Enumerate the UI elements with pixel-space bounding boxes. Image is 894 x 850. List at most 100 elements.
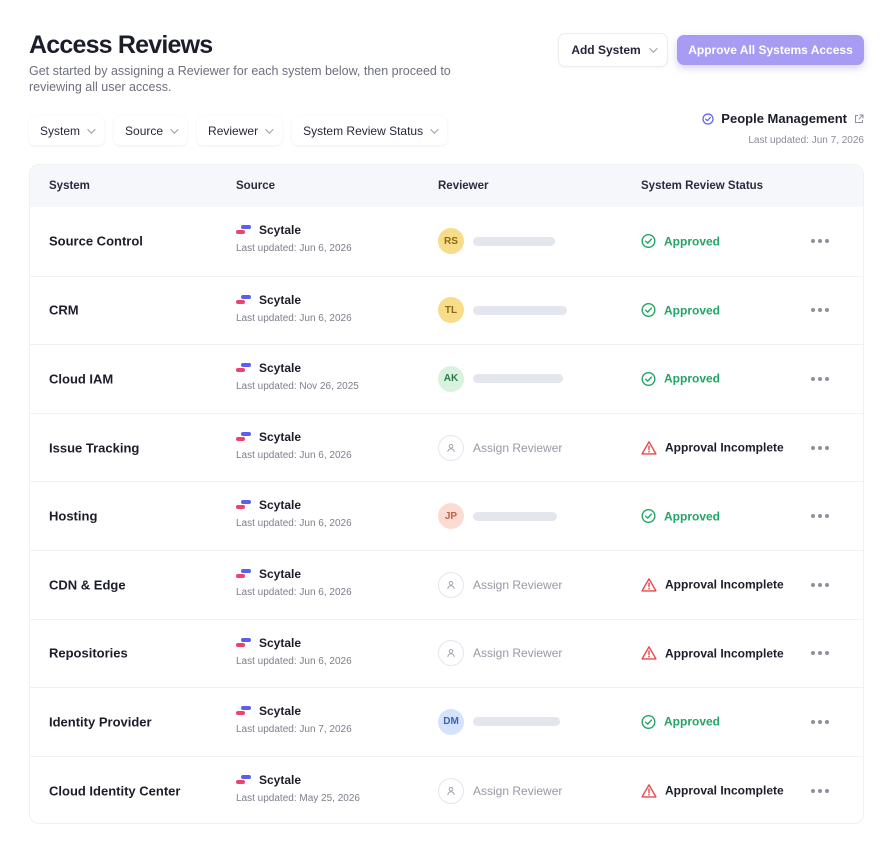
avatar: DM [438, 708, 464, 735]
column-header-status[interactable]: System Review Status [641, 180, 763, 192]
user-icon [438, 571, 464, 598]
approve-all-systems-button[interactable]: Approve All Systems Access [677, 35, 864, 65]
more-horizontal-icon[interactable] [811, 239, 829, 244]
scytale-logo-icon [236, 500, 251, 510]
assign-reviewer-label: Assign Reviewer [473, 783, 563, 798]
table-row[interactable]: Repositories Scytale Last updated: Jun 6… [30, 618, 863, 688]
reviewer-cell[interactable]: AK [438, 365, 563, 392]
system-name[interactable]: Cloud Identity Center [49, 783, 180, 798]
assign-reviewer-button[interactable]: Assign Reviewer [438, 434, 562, 461]
people-management-label: People Management [721, 111, 847, 126]
more-horizontal-icon[interactable] [811, 719, 829, 724]
assign-reviewer-label: Assign Reviewer [473, 577, 563, 592]
column-header-system[interactable]: System [49, 180, 90, 192]
column-header-reviewer[interactable]: Reviewer [438, 180, 489, 192]
chevron-down-icon [170, 124, 179, 134]
reviewer-cell[interactable]: TL [438, 297, 567, 324]
source-updated: Last updated: Jun 6, 2026 [236, 655, 352, 667]
status-badge: Approved [641, 371, 720, 386]
table-row[interactable]: CRM Scytale Last updated: Jun 6, 2026 TL… [30, 275, 863, 345]
more-horizontal-icon[interactable] [811, 582, 829, 587]
source-updated: Last updated: May 25, 2026 [236, 792, 360, 804]
page-title: Access Reviews [29, 31, 213, 59]
more-horizontal-icon[interactable] [811, 376, 829, 381]
more-horizontal-icon[interactable] [811, 308, 829, 313]
source-cell: Scytale Last updated: Jun 6, 2026 [236, 293, 352, 324]
source-name: Scytale [259, 566, 302, 581]
more-horizontal-icon[interactable] [811, 651, 829, 656]
source-updated: Last updated: Jun 6, 2026 [236, 312, 352, 324]
system-name[interactable]: Hosting [49, 509, 97, 524]
table-row[interactable]: CDN & Edge Scytale Last updated: Jun 6, … [30, 549, 863, 619]
source-updated: Last updated: Jun 6, 2026 [236, 586, 352, 598]
more-horizontal-icon[interactable] [811, 445, 829, 450]
access-reviews-table: System Source Reviewer System Review Sta… [29, 164, 864, 824]
reviewer-name-placeholder [473, 374, 563, 384]
source-name: Scytale [259, 498, 302, 513]
source-cell: Scytale Last updated: Jun 6, 2026 [236, 430, 352, 461]
warning-triangle-icon [641, 440, 657, 455]
filter-system[interactable]: System [29, 116, 105, 145]
user-icon [438, 640, 464, 667]
source-cell: Scytale Last updated: May 25, 2026 [236, 773, 360, 804]
warning-triangle-icon [641, 577, 657, 592]
filter-bar: System Source Reviewer System Review Sta… [29, 116, 448, 145]
status-label: Approval Incomplete [665, 440, 784, 455]
status-badge: Approval Incomplete [641, 440, 784, 455]
filter-source[interactable]: Source [114, 116, 188, 145]
table-row[interactable]: Identity Provider Scytale Last updated: … [30, 687, 863, 756]
chevron-down-icon [430, 124, 439, 134]
scytale-logo-icon [236, 637, 251, 648]
user-icon [438, 434, 464, 461]
system-name[interactable]: CDN & Edge [49, 577, 126, 592]
table-row[interactable]: Source Control Scytale Last updated: Jun… [30, 207, 863, 276]
source-name: Scytale [259, 292, 302, 307]
status-label: Approved [664, 371, 721, 386]
reviewer-cell[interactable]: DM [438, 708, 560, 735]
filter-system-review-status[interactable]: System Review Status [292, 116, 448, 145]
check-circle-icon [641, 371, 656, 386]
system-name[interactable]: Issue Tracking [49, 440, 139, 455]
table-row[interactable]: Issue Tracking Scytale Last updated: Jun… [30, 412, 863, 482]
filter-label: Source [125, 123, 164, 138]
table-row[interactable]: Cloud IAM Scytale Last updated: Nov 26, … [30, 344, 863, 413]
assign-reviewer-button[interactable]: Assign Reviewer [438, 571, 563, 598]
status-badge: Approval Incomplete [641, 577, 784, 592]
source-name: Scytale [259, 704, 302, 719]
reviewer-cell[interactable]: RS [438, 228, 555, 255]
system-name[interactable]: Identity Provider [49, 714, 152, 729]
filter-label: System Review Status [303, 123, 424, 138]
page-subtitle: Get started by assigning a Reviewer for … [29, 64, 451, 94]
scytale-logo-icon [236, 706, 251, 716]
reviewer-name-placeholder [473, 305, 567, 315]
source-name: Scytale [259, 223, 302, 237]
more-horizontal-icon[interactable] [811, 788, 829, 793]
assign-reviewer-button[interactable]: Assign Reviewer [438, 777, 563, 804]
status-label: Approved [664, 509, 721, 524]
source-cell: Scytale Last updated: Jun 6, 2026 [236, 567, 352, 598]
system-name[interactable]: Source Control [49, 234, 143, 249]
chevron-down-icon [87, 124, 96, 134]
source-updated: Last updated: Nov 26, 2025 [236, 381, 359, 393]
system-name[interactable]: CRM [49, 303, 79, 318]
add-system-button[interactable]: Add System [558, 33, 668, 67]
assign-reviewer-button[interactable]: Assign Reviewer [438, 640, 562, 667]
reviewer-name-placeholder [473, 236, 555, 246]
system-name[interactable]: Cloud IAM [49, 371, 113, 386]
check-circle-icon [641, 303, 656, 318]
filter-reviewer[interactable]: Reviewer [197, 116, 283, 145]
scytale-logo-icon [236, 294, 251, 305]
people-management-updated: Last updated: Jun 7, 2026 [748, 135, 864, 146]
status-badge: Approved [641, 714, 720, 729]
status-badge: Approval Incomplete [641, 646, 784, 661]
table-row[interactable]: Cloud Identity Center Scytale Last updat… [30, 755, 863, 823]
table-row[interactable]: Hosting Scytale Last updated: Jun 6, 202… [30, 481, 863, 550]
people-management-link[interactable]: People Management [702, 111, 864, 126]
more-horizontal-icon[interactable] [811, 514, 829, 519]
system-name[interactable]: Repositories [49, 646, 128, 661]
source-updated: Last updated: Jun 6, 2026 [236, 449, 352, 461]
column-header-source[interactable]: Source [236, 180, 275, 192]
reviewer-cell[interactable]: JP [438, 503, 557, 530]
status-label: Approved [664, 303, 721, 318]
warning-triangle-icon [641, 783, 657, 798]
